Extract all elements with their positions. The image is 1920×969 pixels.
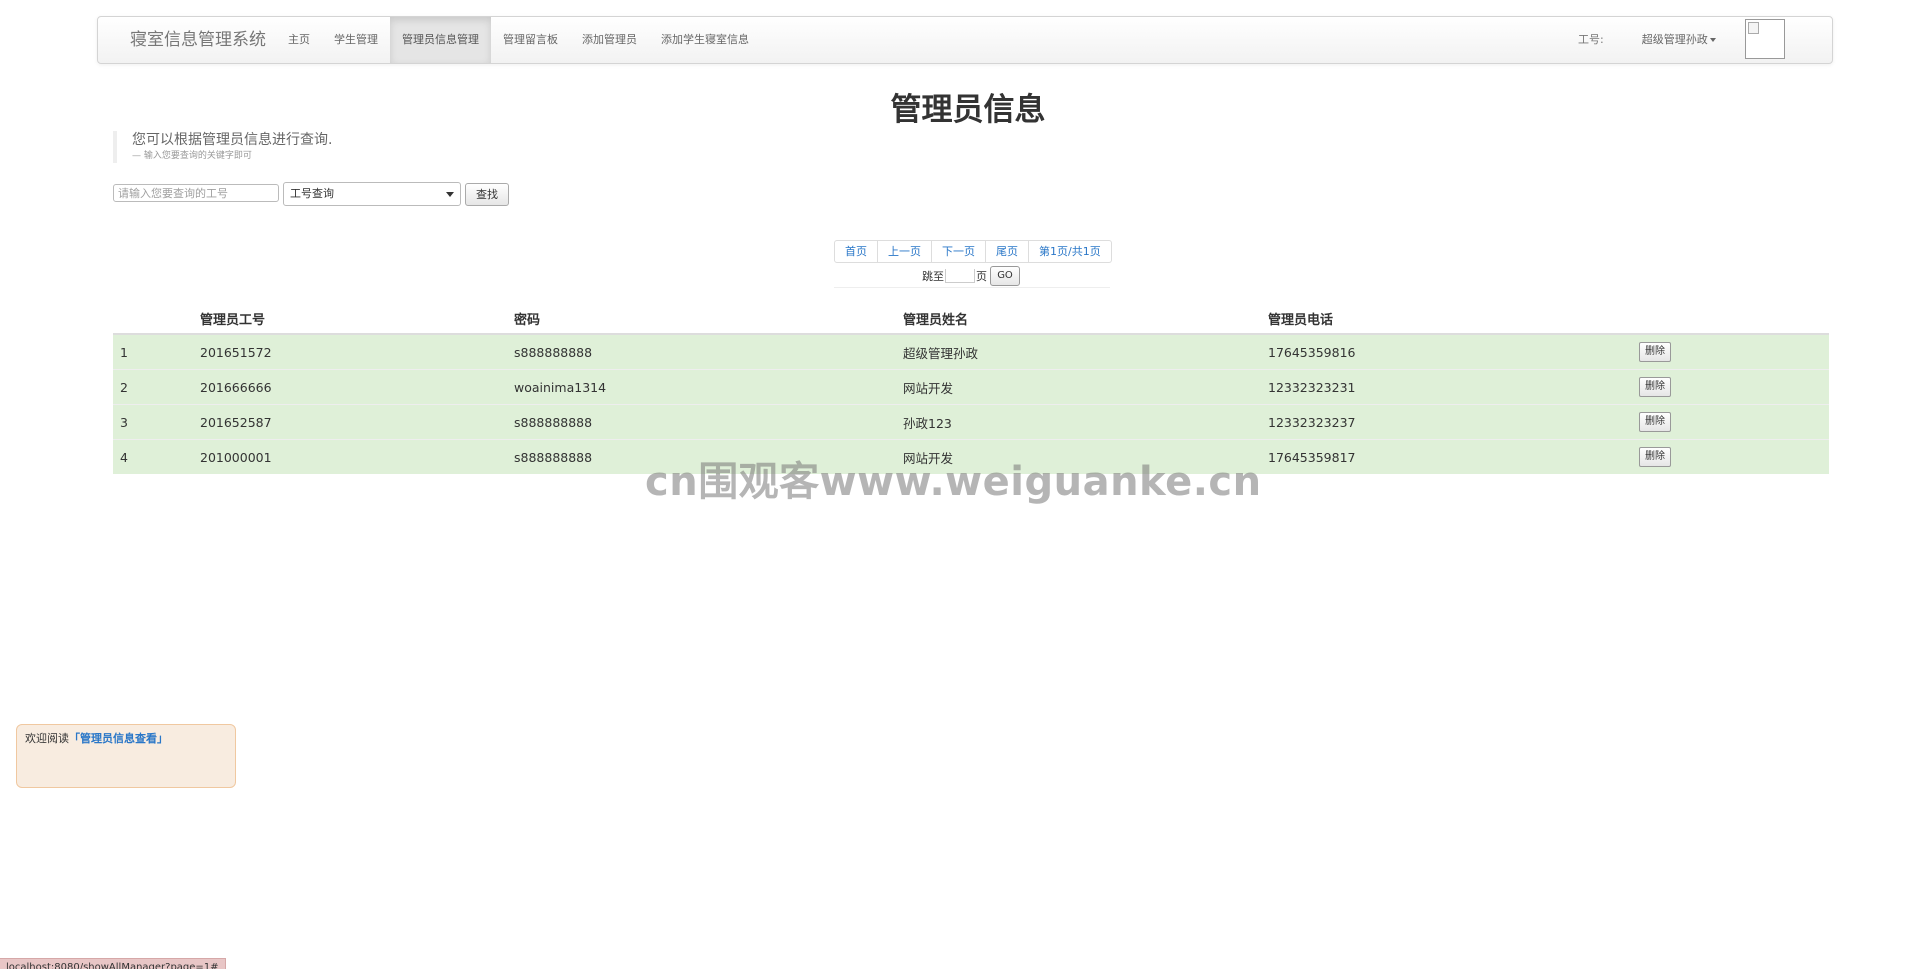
page-prev-link[interactable]: 上一页 [878,240,932,263]
row-index: 2 [113,369,193,405]
col-header-admin-id: 管理员工号 [193,304,507,335]
welcome-box: 欢迎阅读「管理员信息查看」 [16,724,236,788]
go-button[interactable]: GO [990,266,1020,286]
row-action: 删除 [1632,333,1829,370]
row-admin-phone: 17645359817 [1261,439,1632,474]
intro-hint: — 输入您要查询的关键字即可 [132,151,252,161]
intro-blockquote: 您可以根据管理员信息进行查询. — 输入您要查询的关键字即可 [113,131,332,163]
table-header-row: 管理员工号 密码 管理员姓名 管理员电话 [113,304,1829,335]
nav-right: 工号: 超级管理孙政 [1578,17,1716,63]
status-bar-url: localhost:8080/showAllManager?page=1# [0,958,226,969]
nav-item-add-admin[interactable]: 添加管理员 [570,17,649,63]
row-admin-id: 201652587 [193,404,507,440]
intro-text: 您可以根据管理员信息进行查询. [132,132,333,148]
row-admin-name: 孙政123 [896,404,1261,440]
nav-item-admin-info-management[interactable]: 管理员信息管理 [390,17,491,63]
page-next-link[interactable]: 下一页 [932,240,986,263]
col-header-admin-name: 管理员姓名 [896,304,1261,335]
nav-item-add-dorm-info[interactable]: 添加学生寝室信息 [649,17,761,63]
main-nav: 主页 学生管理 管理员信息管理 管理留言板 添加管理员 添加学生寝室信息 [276,17,761,63]
row-admin-phone: 17645359816 [1261,333,1632,370]
row-index: 4 [113,439,193,474]
row-admin-phone: 12332323237 [1261,404,1632,440]
pagination: 首页 上一页 下一页 尾页 第1页/共1页 [834,240,1112,263]
top-navbar: 寝室信息管理系统 主页 学生管理 管理员信息管理 管理留言板 添加管理员 添加学… [97,16,1833,64]
row-action: 删除 [1632,369,1829,405]
chevron-down-icon [446,192,454,197]
jump-suffix: 页 [976,270,987,283]
page-jump: 跳至 页 GO [922,266,1020,286]
page-info[interactable]: 第1页/共1页 [1029,240,1112,263]
page-title: 管理员信息 [890,92,1046,128]
user-name: 超级管理孙政 [1641,33,1708,46]
table-row: 3 201652587 s888888888 孙政123 12332323237… [113,404,1829,440]
row-password: s888888888 [507,404,896,440]
page: 寝室信息管理系统 主页 学生管理 管理员信息管理 管理留言板 添加管理员 添加学… [0,0,1920,969]
nav-item-message-board[interactable]: 管理留言板 [491,17,570,63]
delete-button[interactable]: 删除 [1639,377,1671,397]
row-admin-phone: 12332323231 [1261,369,1632,405]
table-row: 1 201651572 s888888888 超级管理孙政 1764535981… [113,333,1829,370]
row-password: s888888888 [507,333,896,370]
welcome-prefix: 欢迎阅读 [25,732,69,745]
row-admin-name: 网站开发 [896,369,1261,405]
search-type-select[interactable]: 工号查询 [283,182,461,206]
row-action: 删除 [1632,439,1829,474]
row-index: 1 [113,333,193,370]
delete-button[interactable]: 删除 [1639,447,1671,467]
row-admin-id: 201000001 [193,439,507,474]
search-button[interactable]: 查找 [465,183,509,206]
nav-item-student-management[interactable]: 学生管理 [322,17,390,63]
search-type-value: 工号查询 [290,187,334,200]
row-index: 3 [113,404,193,440]
page-last-link[interactable]: 尾页 [986,240,1029,263]
avatar[interactable] [1745,19,1785,59]
watermark: cn围观客www.weiguanke.cn [645,459,1262,505]
table-row: 2 201666666 woainima1314 网站开发 1233232323… [113,369,1829,405]
jump-prefix: 跳至 [922,270,944,283]
nav-item-home[interactable]: 主页 [276,17,322,63]
divider [834,287,1110,288]
col-header-password: 密码 [507,304,896,335]
caret-down-icon [1709,38,1716,42]
col-header-admin-phone: 管理员电话 [1261,304,1632,335]
row-admin-id: 201651572 [193,333,507,370]
welcome-link[interactable]: 「管理员信息查看」 [69,732,168,745]
id-label: 工号: [1578,33,1604,46]
delete-button[interactable]: 删除 [1639,412,1671,432]
search-input[interactable] [113,184,279,202]
page-first-link[interactable]: 首页 [834,240,878,263]
col-header-index [113,304,193,335]
delete-button[interactable]: 删除 [1639,342,1671,362]
row-admin-name: 超级管理孙政 [896,333,1261,370]
row-action: 删除 [1632,404,1829,440]
brand-title[interactable]: 寝室信息管理系统 [130,17,266,63]
broken-image-icon [1748,22,1759,34]
row-admin-id: 201666666 [193,369,507,405]
user-dropdown[interactable]: 超级管理孙政 [1642,17,1716,63]
row-password: woainima1314 [507,369,896,405]
col-header-action [1632,304,1829,335]
jump-page-input[interactable] [945,269,975,283]
